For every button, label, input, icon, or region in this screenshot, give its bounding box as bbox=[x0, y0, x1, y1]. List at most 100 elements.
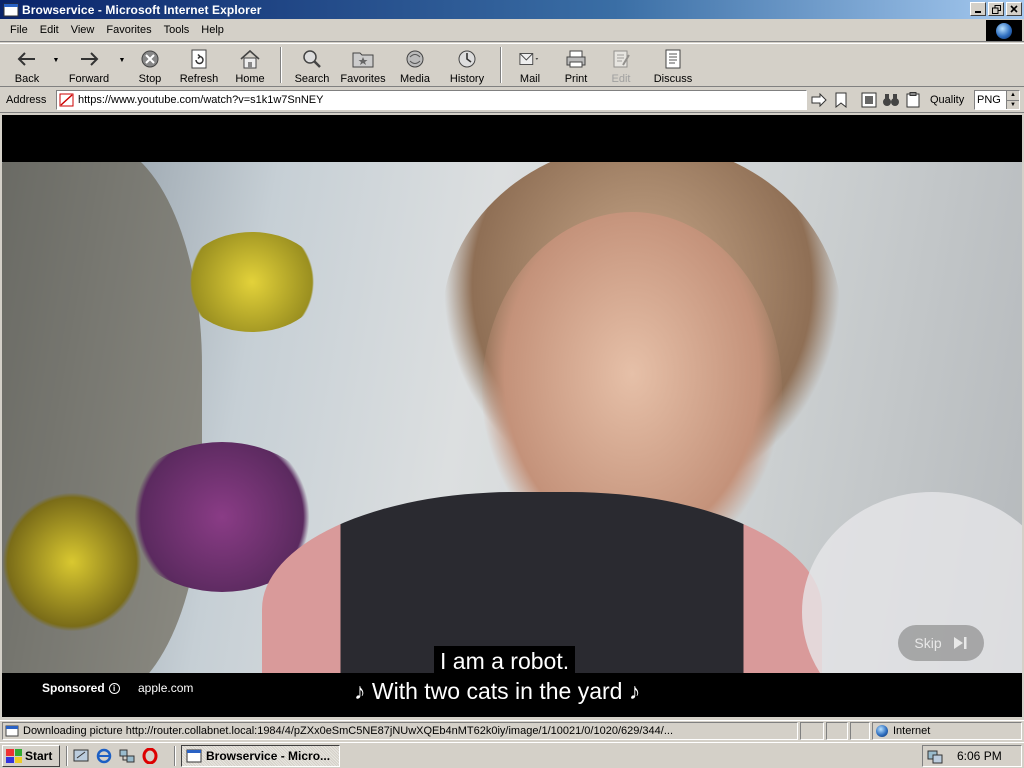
status-panel bbox=[826, 722, 848, 740]
zone-label: Internet bbox=[893, 725, 931, 737]
skip-ad-button[interactable]: Skip bbox=[898, 625, 984, 661]
back-button[interactable]: Back bbox=[4, 44, 50, 86]
caption-line-2: ♪ With two cats in the yard ♪ bbox=[348, 676, 647, 706]
minimize-button[interactable] bbox=[970, 2, 986, 16]
home-label: Home bbox=[235, 73, 265, 85]
menu-tools[interactable]: Tools bbox=[158, 24, 196, 36]
edit-page-icon bbox=[613, 50, 630, 68]
search-label: Search bbox=[294, 73, 330, 85]
restore-button[interactable] bbox=[988, 2, 1004, 16]
discuss-button[interactable]: Discuss bbox=[642, 44, 704, 86]
clipboard-button[interactable] bbox=[904, 91, 922, 109]
status-text-panel: Downloading picture http://router.collab… bbox=[2, 722, 798, 740]
history-button[interactable]: History bbox=[440, 44, 494, 86]
menu-favorites[interactable]: Favorites bbox=[100, 24, 157, 36]
taskbar: Start Browservice - Micro... 6:06 PM bbox=[0, 742, 1024, 768]
mail-button[interactable]: Mail bbox=[508, 44, 552, 86]
minimize-icon bbox=[975, 11, 981, 13]
printer-icon bbox=[566, 50, 586, 68]
ie-throbber bbox=[986, 20, 1022, 41]
edit-label: Edit bbox=[611, 73, 631, 85]
quality-select[interactable]: PNG ▲ ▼ bbox=[974, 90, 1020, 110]
advertiser-link[interactable]: apple.com bbox=[138, 681, 193, 695]
show-desktop-icon[interactable] bbox=[72, 747, 89, 764]
menu-edit[interactable]: Edit bbox=[34, 24, 65, 36]
toolbar-separator bbox=[500, 47, 502, 83]
status-bar: Downloading picture http://router.collab… bbox=[0, 720, 1024, 741]
back-arrow-icon bbox=[17, 52, 35, 66]
skip-label: Skip bbox=[914, 635, 942, 651]
video-frame-yellow-flowers bbox=[182, 232, 322, 332]
status-panel bbox=[850, 722, 870, 740]
sponsored-label: Sponsored bbox=[42, 681, 105, 695]
quality-up-icon[interactable]: ▲ bbox=[1007, 91, 1019, 101]
forward-dropdown[interactable]: ▼ bbox=[116, 44, 128, 86]
forward-button[interactable]: Forward bbox=[62, 44, 116, 86]
bookmark-button[interactable] bbox=[832, 91, 850, 109]
media-button[interactable]: Media bbox=[390, 44, 440, 86]
go-button[interactable] bbox=[810, 91, 828, 109]
refresh-button[interactable]: Refresh bbox=[172, 44, 226, 86]
tray-network-icon[interactable] bbox=[927, 748, 943, 764]
find-button[interactable] bbox=[882, 91, 900, 109]
title-bar[interactable]: Browservice - Microsoft Internet Explore… bbox=[0, 0, 1024, 19]
address-input[interactable]: https://www.youtube.com/watch?v=s1k1w7Sn… bbox=[56, 90, 807, 110]
discuss-label: Discuss bbox=[653, 73, 693, 85]
edit-button[interactable]: Edit bbox=[600, 44, 642, 86]
forward-arrow-icon bbox=[81, 52, 99, 66]
video-player[interactable]: Skip bbox=[2, 162, 1022, 673]
close-button[interactable] bbox=[1006, 2, 1022, 16]
taskbar-separator bbox=[66, 746, 68, 766]
windows-flag-icon bbox=[6, 749, 22, 763]
quality-value: PNG bbox=[977, 94, 1001, 106]
quality-down-icon[interactable]: ▼ bbox=[1007, 101, 1019, 110]
ie-page-icon bbox=[3, 3, 19, 16]
stop-button[interactable]: Stop bbox=[128, 44, 172, 86]
page-content[interactable]: Skip I am a robot. ♪ With two cats in th… bbox=[2, 115, 1022, 717]
skip-next-icon bbox=[953, 637, 967, 649]
clock[interactable]: 6:06 PM bbox=[957, 749, 1002, 763]
go-arrow-icon bbox=[811, 93, 827, 107]
taskbar-item-browservice[interactable]: Browservice - Micro... bbox=[181, 745, 340, 767]
video-frame-yellow-flowers-2 bbox=[2, 492, 142, 632]
start-button[interactable]: Start bbox=[2, 745, 60, 767]
home-icon bbox=[240, 49, 260, 69]
info-icon[interactable]: i bbox=[108, 682, 120, 694]
back-label: Back bbox=[14, 73, 40, 85]
task-label: Browservice - Micro... bbox=[206, 749, 331, 763]
restore-icon bbox=[991, 4, 1001, 14]
favorites-button[interactable]: Favorites bbox=[336, 44, 390, 86]
window-title: Browservice - Microsoft Internet Explore… bbox=[22, 2, 262, 17]
opera-icon[interactable] bbox=[141, 747, 158, 764]
menu-view[interactable]: View bbox=[65, 24, 101, 36]
security-zone[interactable]: Internet bbox=[872, 722, 1022, 740]
network-icon[interactable] bbox=[118, 747, 135, 764]
print-button[interactable]: Print bbox=[552, 44, 600, 86]
clipboard-icon bbox=[906, 92, 920, 108]
page-info-icon bbox=[861, 92, 877, 108]
standard-toolbar: Back ▼ Forward ▼ Stop Refresh Home Searc… bbox=[0, 43, 1024, 87]
toolbar-separator bbox=[280, 47, 282, 83]
page-loading-icon bbox=[5, 725, 19, 737]
back-dropdown[interactable]: ▼ bbox=[50, 44, 62, 86]
ie-window-icon bbox=[186, 749, 202, 763]
search-button[interactable]: Search bbox=[288, 44, 336, 86]
sponsored-badge: Sponsored i bbox=[42, 681, 120, 695]
media-label: Media bbox=[400, 73, 430, 85]
mail-icon bbox=[519, 53, 539, 65]
favorites-folder-icon bbox=[352, 52, 374, 68]
discuss-icon bbox=[665, 49, 681, 69]
status-text: Downloading picture http://router.collab… bbox=[23, 725, 673, 737]
internet-explorer-icon[interactable] bbox=[95, 747, 112, 764]
quick-launch bbox=[72, 747, 158, 764]
menu-help[interactable]: Help bbox=[195, 24, 230, 36]
home-button[interactable]: Home bbox=[226, 44, 274, 86]
system-tray: 6:06 PM bbox=[922, 745, 1022, 767]
menu-file[interactable]: File bbox=[4, 24, 34, 36]
refresh-icon bbox=[191, 49, 207, 69]
page-info-button[interactable] bbox=[860, 91, 878, 109]
stop-icon bbox=[141, 50, 159, 68]
mail-label: Mail bbox=[519, 73, 541, 85]
address-url: https://www.youtube.com/watch?v=s1k1w7Sn… bbox=[78, 94, 324, 106]
start-label: Start bbox=[25, 749, 53, 763]
